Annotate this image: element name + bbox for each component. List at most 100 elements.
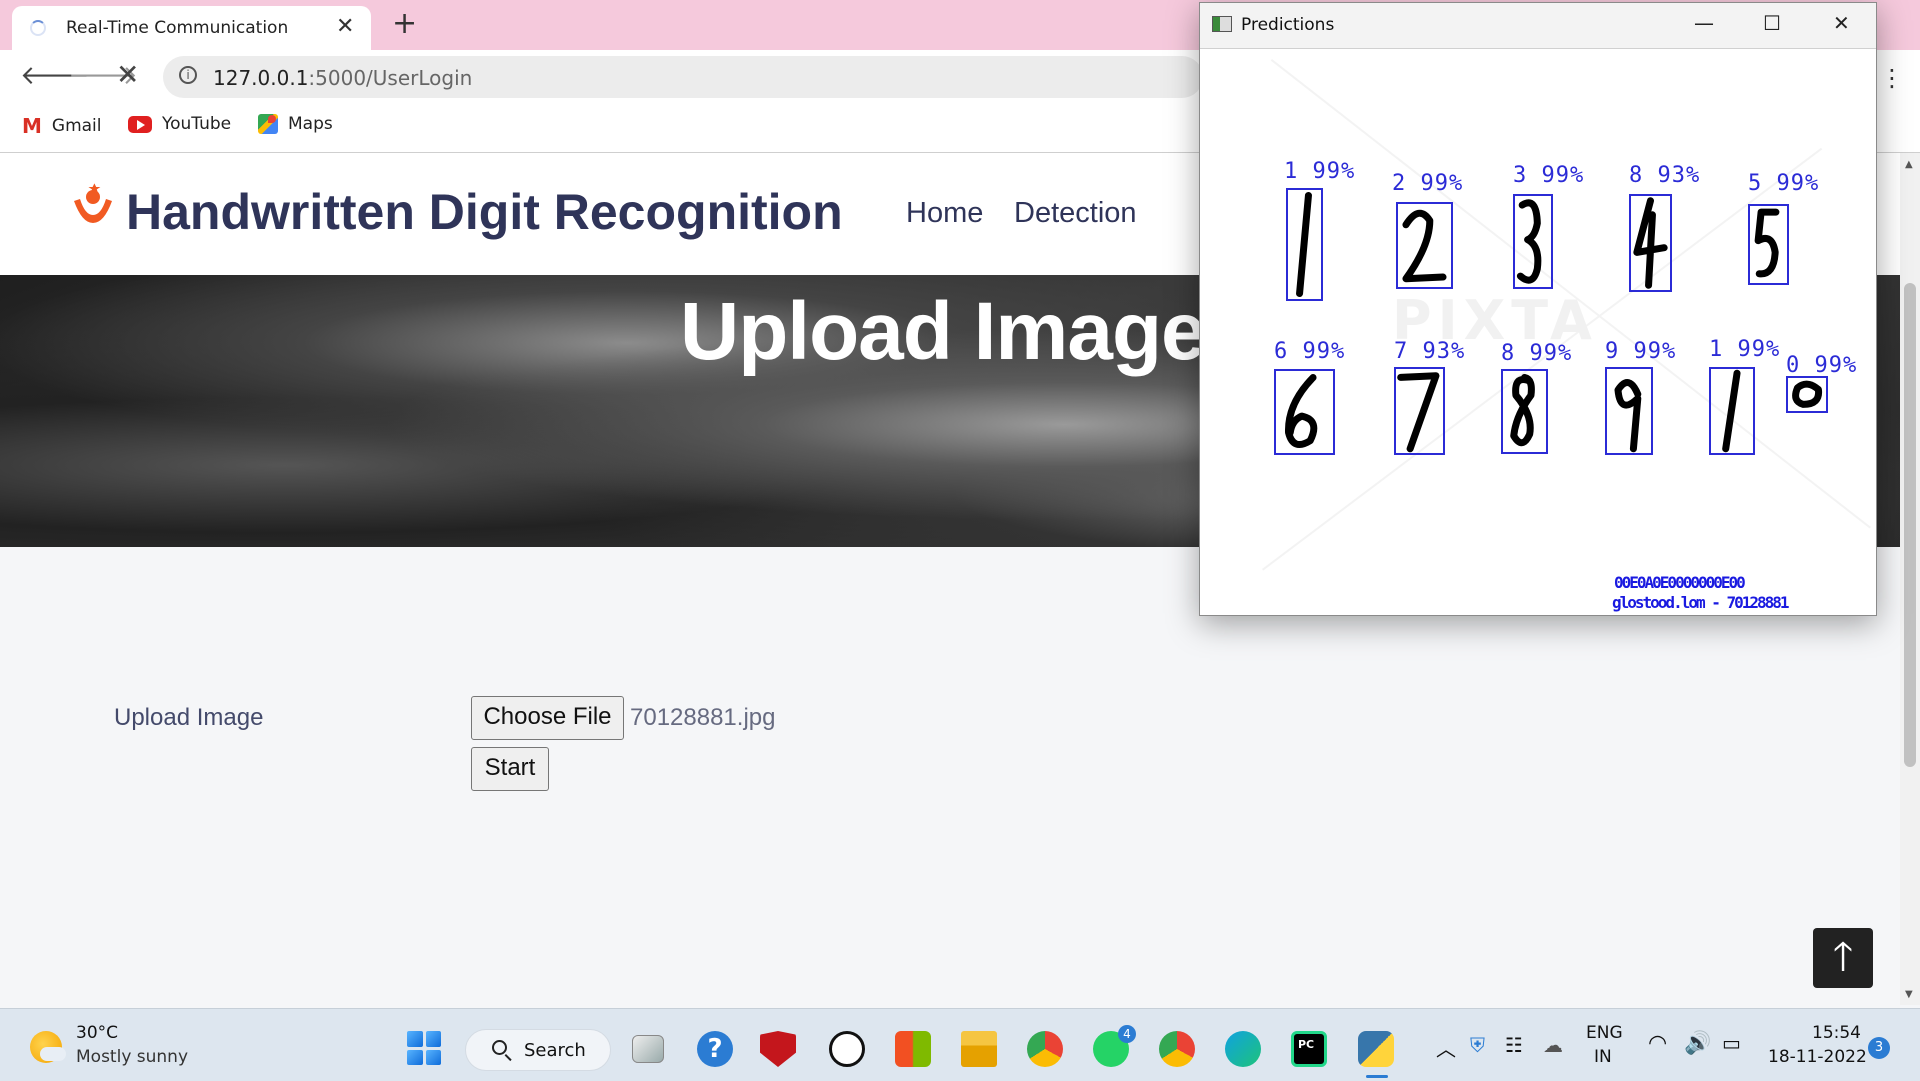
close-tab-icon[interactable]: ✕	[336, 14, 354, 39]
url-host: 127.0.0.1	[213, 66, 309, 90]
pycharm-icon[interactable]: PC	[1291, 1031, 1327, 1067]
handwritten-digit	[1398, 204, 1451, 287]
scroll-to-top-button[interactable]: 🡑	[1813, 928, 1873, 988]
detection-label: 8 93%	[1629, 163, 1701, 188]
detection-label: 1 99%	[1709, 337, 1781, 362]
close-window-icon[interactable]: ✕	[1833, 11, 1850, 35]
predictions-titlebar[interactable]: Predictions — ☐ ✕	[1200, 3, 1876, 49]
mcafee-icon[interactable]	[760, 1031, 796, 1067]
selected-file-name: 70128881.jpg	[630, 704, 776, 731]
microsoft-store-icon[interactable]	[895, 1031, 931, 1067]
detection-label: 9 99%	[1605, 339, 1677, 364]
maps-icon	[258, 114, 278, 134]
address-bar-url[interactable]: 127.0.0.1:5000/UserLogin	[213, 66, 472, 90]
image-window-icon	[1212, 16, 1232, 32]
bookmark-label: Gmail	[51, 116, 102, 136]
bookmark-gmail[interactable]: M Gmail	[22, 114, 102, 138]
tab-title: Real-Time Communication	[66, 18, 289, 38]
loading-spinner-icon	[30, 20, 46, 36]
detection-box	[1709, 367, 1755, 455]
region-indicator[interactable]: IN	[1594, 1047, 1612, 1067]
handwritten-digit	[1711, 369, 1753, 453]
detection-box	[1394, 367, 1445, 455]
detection-box	[1501, 369, 1548, 454]
taskbar-search[interactable]: Search	[465, 1029, 611, 1071]
weather-description[interactable]: Mostly sunny	[76, 1047, 188, 1067]
site-info-icon[interactable]: i	[179, 66, 197, 84]
message-icon[interactable]: ☷	[1505, 1033, 1523, 1057]
detection-box	[1513, 194, 1553, 289]
detection-label: 8 99%	[1501, 341, 1573, 366]
task-view-icon[interactable]	[632, 1035, 664, 1063]
detection-label: 6 99%	[1274, 339, 1346, 364]
handwritten-digit	[1288, 190, 1321, 299]
handwritten-digit	[1503, 371, 1546, 452]
file-explorer-icon[interactable]	[961, 1031, 997, 1067]
choose-file-button[interactable]: Choose File	[471, 696, 624, 740]
handwritten-digit	[1788, 378, 1826, 411]
hero-title: Upload Image	[680, 286, 1207, 377]
detection-label: 0 99%	[1786, 353, 1858, 378]
handwritten-digit	[1515, 196, 1551, 287]
handwritten-digit	[1607, 369, 1651, 453]
predictions-title: Predictions	[1241, 15, 1335, 35]
show-hidden-icons-chevron-icon[interactable]: ︿	[1436, 1033, 1456, 1062]
taskbar-search-label: Search	[524, 1040, 586, 1061]
minimize-icon[interactable]: —	[1694, 11, 1714, 35]
site-title[interactable]: Handwritten Digit Recognition	[126, 183, 843, 241]
new-tab-button[interactable]: +	[392, 6, 417, 41]
noise-text: 00E0A0E0000000E00	[1614, 573, 1746, 592]
detection-label: 2 99%	[1392, 171, 1464, 196]
detection-label: 1 99%	[1284, 159, 1356, 184]
battery-icon[interactable]: ▭	[1722, 1031, 1741, 1055]
nav-home[interactable]: Home	[906, 197, 983, 230]
bookmark-label: YouTube	[162, 114, 232, 134]
bookmark-maps[interactable]: Maps	[258, 114, 333, 134]
detection-box	[1274, 369, 1335, 455]
detection-label: 5 99%	[1748, 171, 1820, 196]
bookmark-label: Maps	[288, 114, 333, 134]
detection-box	[1396, 202, 1453, 289]
cloud-icon[interactable]: ☁	[1543, 1033, 1563, 1057]
browser-menu-icon[interactable]: ⋮	[1880, 64, 1904, 92]
chrome-profile-icon[interactable]	[1159, 1031, 1195, 1067]
browser-tab[interactable]: Real-Time Communication ✕	[12, 6, 371, 50]
bookmark-youtube[interactable]: YouTube	[128, 114, 231, 134]
start-button[interactable]: Start	[471, 747, 549, 791]
scroll-down-icon[interactable]: ▼	[1905, 989, 1913, 1000]
active-app-indicator	[1366, 1075, 1388, 1078]
scrollbar-thumb[interactable]	[1904, 283, 1916, 767]
notification-badge[interactable]: 3	[1868, 1037, 1890, 1059]
app-icon[interactable]	[829, 1031, 865, 1067]
weather-temperature[interactable]: 30°C	[76, 1023, 118, 1043]
detection-box	[1286, 188, 1323, 301]
python-icon[interactable]	[1358, 1031, 1394, 1067]
youtube-icon	[128, 115, 152, 133]
wifi-icon[interactable]: ◠	[1648, 1031, 1667, 1056]
clock-date[interactable]: 18-11-2022	[1768, 1047, 1867, 1067]
address-bar[interactable]: i 127.0.0.1:5000/UserLogin	[163, 56, 1203, 98]
security-shield-icon[interactable]: ⛨	[1470, 1033, 1485, 1057]
detection-label: 7 93%	[1394, 339, 1466, 364]
scroll-up-icon[interactable]: ▲	[1905, 159, 1913, 170]
nav-detection[interactable]: Detection	[1014, 197, 1137, 230]
page-scrollbar[interactable]: ▲ ▼	[1900, 153, 1920, 1005]
upload-image-label: Upload Image	[114, 704, 264, 731]
maximize-icon[interactable]: ☐	[1763, 11, 1781, 35]
get-help-icon[interactable]: ?	[697, 1031, 733, 1067]
predictions-image: PIXTA 00E0A0E0000000E00 glostood.lom - 7…	[1202, 49, 1874, 613]
handwritten-digit	[1750, 206, 1787, 283]
windows-taskbar: 30°C Mostly sunny Search ? 4 PC ︿ ⛨ ☷ ☁ …	[0, 1008, 1920, 1081]
stop-loading-icon[interactable]: ✕	[116, 58, 139, 91]
predictions-window: Predictions — ☐ ✕ PIXTA 00E0A0E0000000E0…	[1199, 2, 1877, 616]
handwritten-digit	[1631, 196, 1670, 290]
clock-time[interactable]: 15:54	[1812, 1023, 1861, 1043]
volume-icon[interactable]: 🔊	[1684, 1031, 1711, 1056]
windows-start-icon[interactable]	[407, 1031, 441, 1065]
weather-icon[interactable]	[30, 1031, 66, 1063]
language-indicator[interactable]: ENG	[1586, 1023, 1623, 1043]
chrome-icon[interactable]	[1027, 1031, 1063, 1067]
url-path: :5000/UserLogin	[308, 66, 473, 90]
handwritten-digit	[1396, 369, 1443, 453]
edge-icon[interactable]	[1225, 1031, 1261, 1067]
